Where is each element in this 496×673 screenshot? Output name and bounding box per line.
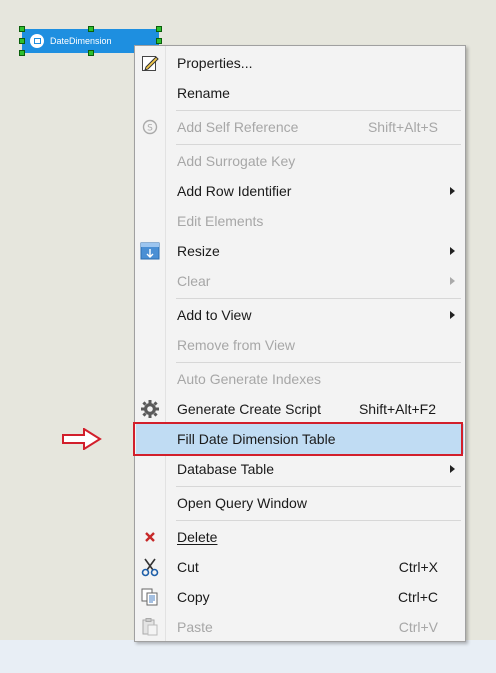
- menu-item-delete[interactable]: Delete: [136, 522, 464, 552]
- resize-handle-top-right[interactable]: [156, 26, 162, 32]
- menu-item-shortcut: Ctrl+C: [397, 589, 438, 605]
- annotation-highlight-box: [133, 422, 463, 456]
- menu-separator: [176, 110, 461, 111]
- menu-item-add-surrogate-key[interactable]: Add Surrogate Key: [136, 146, 464, 176]
- paste-icon: [139, 617, 161, 637]
- menu-item-label: Resize: [177, 243, 220, 259]
- menu-item-label: Clear: [177, 273, 211, 289]
- submenu-arrow-icon: [450, 277, 455, 285]
- copy-icon: [139, 587, 161, 607]
- menu-item-label: Properties...: [177, 55, 253, 71]
- menu-item-resize[interactable]: Resize: [136, 236, 464, 266]
- menu-item-add-self-reference[interactable]: S Add Self Reference Shift+Alt+S: [136, 112, 464, 142]
- menu-separator: [176, 298, 461, 299]
- menu-item-rename[interactable]: Rename: [136, 78, 464, 108]
- annotation-arrow-icon: [62, 428, 102, 450]
- resize-handle-top-left[interactable]: [19, 26, 25, 32]
- delete-x-icon: [139, 527, 161, 547]
- svg-text:S: S: [147, 124, 153, 134]
- submenu-arrow-icon: [450, 247, 455, 255]
- submenu-arrow-icon: [450, 465, 455, 473]
- menu-item-generate-create-script[interactable]: Generate Create Script Shift+Alt+F2: [136, 394, 464, 424]
- resize-handle-left[interactable]: [19, 38, 25, 44]
- menu-item-label: Remove from View: [177, 337, 296, 353]
- menu-item-open-query-window[interactable]: Open Query Window: [136, 488, 464, 518]
- scissors-icon: [139, 557, 161, 577]
- menu-item-label: Copy: [177, 589, 210, 605]
- resize-handle-top-middle[interactable]: [88, 26, 94, 32]
- menu-item-edit-elements[interactable]: Edit Elements: [136, 206, 464, 236]
- bottom-band: [0, 640, 496, 673]
- menu-item-label: Generate Create Script: [177, 401, 321, 417]
- menu-item-label: Open Query Window: [177, 495, 307, 511]
- menu-item-label: Auto Generate Indexes: [177, 371, 321, 387]
- menu-item-label: Add to View: [177, 307, 252, 323]
- menu-item-add-row-identifier[interactable]: Add Row Identifier: [136, 176, 464, 206]
- menu-item-database-table[interactable]: Database Table: [136, 454, 464, 484]
- menu-item-copy[interactable]: Copy Ctrl+C: [136, 582, 464, 612]
- menu-item-clear[interactable]: Clear: [136, 266, 464, 296]
- submenu-arrow-icon: [450, 311, 455, 319]
- menu-item-label: Add Row Identifier: [177, 183, 292, 199]
- menu-item-shortcut: Ctrl+V: [398, 619, 438, 635]
- menu-separator: [176, 520, 461, 521]
- menu-item-paste[interactable]: Paste Ctrl+V: [136, 612, 464, 642]
- resize-handle-bottom-left[interactable]: [19, 50, 25, 56]
- submenu-arrow-icon: [450, 187, 455, 195]
- resize-handle-bottom-middle[interactable]: [88, 50, 94, 56]
- menu-separator: [176, 362, 461, 363]
- menu-item-label: Add Self Reference: [177, 119, 299, 135]
- menu-item-label: Paste: [177, 619, 213, 635]
- menu-item-remove-from-view[interactable]: Remove from View: [136, 330, 464, 360]
- table-icon: [30, 34, 44, 48]
- menu-item-shortcut: Shift+Alt+F2: [358, 401, 436, 417]
- menu-item-auto-generate-indexes[interactable]: Auto Generate Indexes: [136, 364, 464, 394]
- menu-item-label: Database Table: [177, 461, 275, 477]
- menu-item-label: Rename: [177, 85, 230, 101]
- menu-item-shortcut: Ctrl+X: [398, 559, 438, 575]
- menu-item-properties[interactable]: Properties...: [136, 48, 464, 78]
- menu-item-label: Edit Elements: [177, 213, 264, 229]
- menu-item-cut[interactable]: Cut Ctrl+X: [136, 552, 464, 582]
- menu-item-label: Add Surrogate Key: [177, 153, 296, 169]
- gear-icon: [139, 399, 161, 419]
- context-menu: Properties... Rename S Add Self Referenc…: [134, 45, 466, 642]
- menu-separator: [176, 144, 461, 145]
- menu-item-shortcut: Shift+Alt+S: [367, 119, 438, 135]
- edit-pencil-icon: [139, 53, 161, 73]
- menu-item-label: Delete: [177, 529, 218, 545]
- resize-icon: [139, 241, 161, 261]
- resize-handle-right[interactable]: [156, 38, 162, 44]
- entity-label: DateDimension: [50, 36, 112, 46]
- menu-item-label: Cut: [177, 559, 199, 575]
- menu-separator: [176, 486, 461, 487]
- menu-item-add-to-view[interactable]: Add to View: [136, 300, 464, 330]
- self-reference-icon: S: [139, 117, 161, 137]
